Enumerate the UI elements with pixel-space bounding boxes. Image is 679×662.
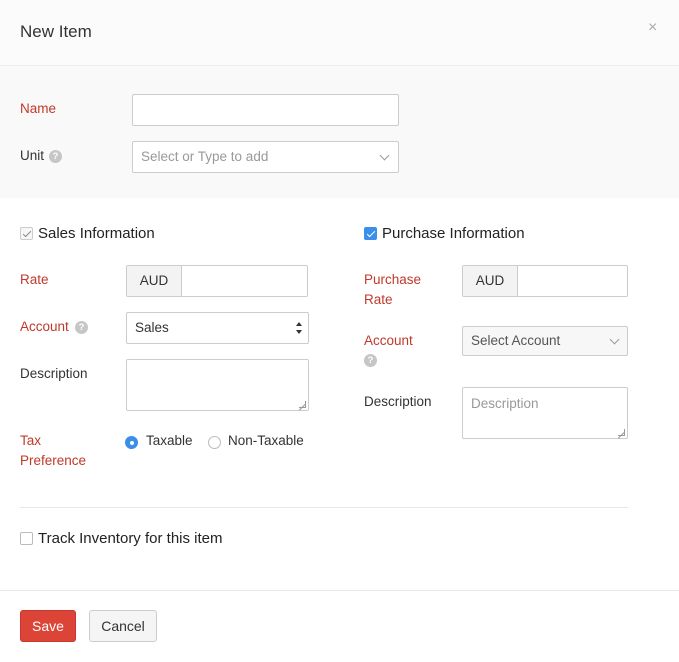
purchase-rate-label-line1: Purchase (364, 272, 422, 287)
taxable-radio[interactable] (125, 436, 138, 449)
name-input[interactable] (132, 94, 399, 126)
section-divider (20, 507, 628, 508)
sales-account-value: Sales (135, 320, 169, 335)
purchase-account-label: Account (364, 333, 413, 348)
unit-label: Unit (20, 148, 45, 163)
resize-handle-icon[interactable] (618, 429, 625, 436)
purchase-account-placeholder: Select Account (471, 333, 561, 348)
tax-preference-label-line2: Preference (20, 453, 87, 468)
track-inventory-checkbox[interactable] (20, 532, 33, 545)
purchase-info-checkbox[interactable] (364, 227, 377, 240)
updown-arrows-icon (295, 321, 303, 335)
sales-rate-label: Rate (20, 272, 49, 287)
purchase-info-label: Purchase Information (382, 225, 525, 242)
purchase-description-textarea[interactable]: Description (462, 387, 628, 439)
non-taxable-radio[interactable] (208, 436, 221, 449)
help-icon[interactable]: ? (49, 150, 62, 163)
sales-description-label: Description (20, 366, 88, 381)
basic-info-section (0, 66, 679, 198)
purchase-account-select[interactable]: Select Account (462, 326, 628, 356)
close-icon[interactable]: × (648, 18, 657, 38)
purchase-rate-label-line2: Rate (364, 292, 393, 307)
unit-placeholder: Select or Type to add (141, 149, 269, 164)
track-inventory-label[interactable]: Track Inventory for this item (38, 529, 223, 549)
check-icon (366, 228, 375, 237)
taxable-label[interactable]: Taxable (146, 431, 193, 451)
help-icon[interactable]: ? (75, 321, 88, 334)
name-label: Name (20, 101, 57, 116)
new-item-dialog: New Item × Name Unit ? Select or Type to… (0, 0, 679, 662)
purchase-description-label: Description (364, 394, 432, 409)
check-icon (22, 228, 31, 237)
dialog-title: New Item (20, 22, 92, 41)
sales-info-checkbox[interactable] (20, 227, 33, 240)
purchase-currency-addon: AUD (463, 266, 518, 296)
chevron-down-icon (609, 334, 620, 345)
resize-handle-icon[interactable] (299, 401, 306, 408)
sales-account-label: Account (20, 319, 69, 334)
chevron-down-icon (379, 150, 390, 161)
dialog-header: New Item × (0, 0, 679, 66)
help-icon[interactable]: ? (364, 354, 377, 367)
sales-info-label: Sales Information (38, 225, 155, 242)
purchase-rate-input[interactable]: AUD (462, 265, 628, 297)
sales-currency-addon: AUD (127, 266, 182, 296)
cancel-button[interactable]: Cancel (89, 610, 157, 642)
footer-divider (0, 590, 679, 591)
save-button[interactable]: Save (20, 610, 76, 642)
non-taxable-label[interactable]: Non-Taxable (228, 431, 304, 451)
sales-description-textarea[interactable] (126, 359, 309, 411)
tax-preference-label-line1: Tax (20, 433, 42, 448)
purchase-description-placeholder: Description (471, 396, 539, 411)
sales-rate-input[interactable]: AUD (126, 265, 308, 297)
unit-select[interactable]: Select or Type to add (132, 141, 399, 173)
sales-account-select[interactable]: Sales (126, 312, 309, 344)
